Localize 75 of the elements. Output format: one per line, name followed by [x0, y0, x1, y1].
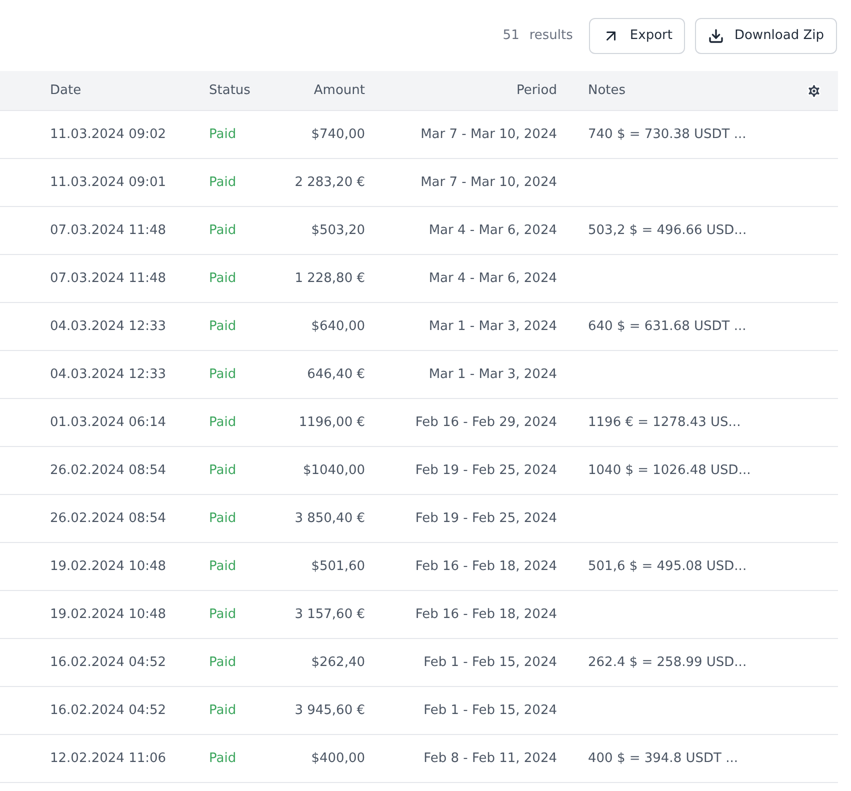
status-label: Paid	[209, 558, 238, 576]
table-cell-text: 262.4 $ = 258.99 USD...	[588, 654, 748, 672]
status-label: Paid	[209, 510, 238, 528]
column-header: Notes	[588, 82, 627, 100]
status-label: Paid	[209, 702, 238, 720]
status-label: Paid	[209, 366, 238, 384]
status-label: Paid	[209, 462, 238, 480]
table-cell-text: Feb 16 - Feb 18, 2024	[414, 606, 557, 624]
status-label: Paid	[209, 126, 238, 144]
table-cell-text: 16.02.2024 04:52	[49, 654, 168, 672]
table-cell-text: 3 157,60 €	[294, 606, 365, 624]
table-cell-text: Mar 1 - Mar 3, 2024	[428, 366, 557, 384]
table-cell-text: 04.03.2024 12:33	[49, 366, 168, 384]
table-cell-text: Mar 1 - Mar 3, 2024	[428, 318, 557, 336]
table-cell-text: 3 945,60 €	[294, 702, 365, 720]
column-header: Date	[49, 82, 82, 100]
table-cell-text: Feb 19 - Feb 25, 2024	[414, 510, 557, 528]
status-label: Paid	[209, 654, 238, 672]
table-cell-text: 26.02.2024 08:54	[49, 462, 168, 480]
table-cell-text: $501,60	[310, 558, 365, 576]
table-cell-text: 3 850,40 €	[294, 510, 365, 528]
table-cell-text: 16.02.2024 04:52	[49, 702, 168, 720]
column-header: Period	[515, 82, 557, 100]
table-cell-text: Feb 16 - Feb 29, 2024	[414, 414, 557, 432]
table-cell-text: 1 228,80 €	[294, 270, 365, 288]
download-button[interactable]: Download Zip	[695, 18, 837, 54]
status-label: Paid	[209, 318, 238, 336]
table-cell-text: 400 $ = 394.8 USDT ...	[588, 750, 739, 768]
status-label: Paid	[209, 270, 238, 288]
table-cell-text: Mar 4 - Mar 6, 2024	[428, 222, 557, 240]
table-cell-text: Feb 1 - Feb 15, 2024	[422, 654, 557, 672]
table-cell-text: Feb 8 - Feb 11, 2024	[422, 750, 557, 768]
results-count: 51	[502, 26, 520, 45]
column-header: Status	[209, 82, 252, 100]
table-cell-text: 07.03.2024 11:48	[49, 222, 168, 240]
results-label: results	[529, 26, 573, 45]
table-cell-text: $640,00	[310, 318, 365, 336]
table-cell-text: Mar 4 - Mar 6, 2024	[428, 270, 557, 288]
table-cell-text: 11.03.2024 09:01	[49, 174, 168, 192]
download-icon	[708, 28, 724, 44]
status-label: Paid	[209, 174, 238, 192]
table-cell-text: 07.03.2024 11:48	[49, 270, 168, 288]
export-button[interactable]: Export	[588, 18, 686, 54]
table-cell-text: Feb 19 - Feb 25, 2024	[414, 462, 557, 480]
table-cell-text: 19.02.2024 10:48	[49, 558, 168, 576]
status-label: Paid	[209, 222, 238, 240]
table-cell-text: $262,40	[310, 654, 365, 672]
table-cell-text: $400,00	[310, 750, 365, 768]
table-cell-text: 646,40 €	[306, 366, 365, 384]
table-cell-text: 640 $ = 631.68 USDT ...	[588, 318, 748, 336]
table-cell-text: Mar 7 - Mar 10, 2024	[420, 174, 557, 192]
table-cell-text: Feb 1 - Feb 15, 2024	[422, 702, 557, 720]
table-cell-text: 503,2 $ = 496.66 USD...	[588, 222, 748, 240]
table-cell-text: 12.02.2024 11:06	[49, 750, 168, 768]
table-cell-text: 11.03.2024 09:02	[49, 126, 168, 144]
table-cell-text: 01.03.2024 06:14	[49, 414, 168, 432]
table-cell-text: $1040,00	[302, 462, 365, 480]
status-label: Paid	[209, 414, 238, 432]
table-cell-text: 1196,00 €	[298, 414, 365, 432]
status-label: Paid	[209, 606, 238, 624]
table-cell-text: Mar 7 - Mar 10, 2024	[420, 126, 557, 144]
table-cell-text: 501,6 $ = 495.08 USD...	[588, 558, 748, 576]
table-cell-text: 26.02.2024 08:54	[49, 510, 168, 528]
table-cell-text: $503,20	[310, 222, 365, 240]
column-header: Amount	[312, 82, 365, 100]
settings-icon[interactable]	[806, 82, 822, 98]
table-cell-text: $740,00	[310, 126, 365, 144]
table-cell-text: Feb 16 - Feb 18, 2024	[414, 558, 557, 576]
table-cell-text: 2 283,20 €	[294, 174, 365, 192]
table-cell-text: 19.02.2024 10:48	[49, 606, 168, 624]
status-label: Paid	[209, 750, 238, 768]
table-cell-text: 1196 € = 1278.43 US...	[588, 414, 742, 432]
table-cell-text: 04.03.2024 12:33	[49, 318, 168, 336]
table-cell-text: 740 $ = 730.38 USDT ...	[588, 126, 748, 144]
table-cell-text: 1040 $ = 1026.48 USD...	[588, 462, 752, 480]
